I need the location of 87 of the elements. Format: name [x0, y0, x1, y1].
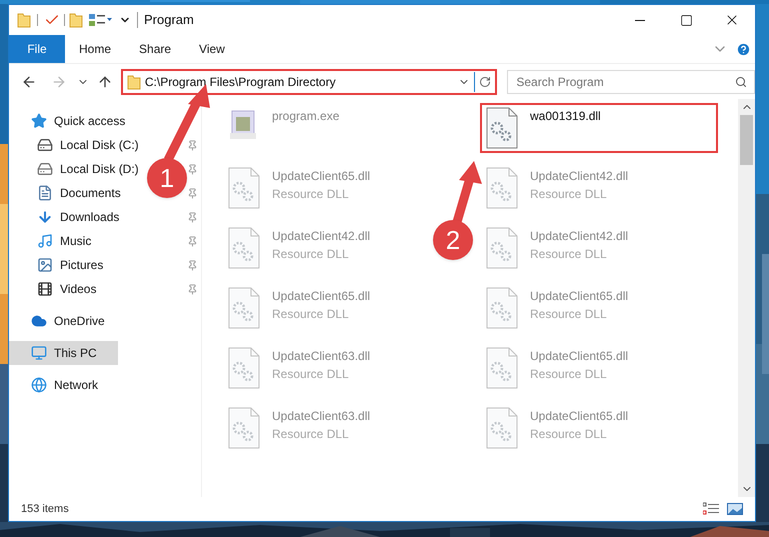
- window-title: Program: [144, 11, 194, 30]
- gear-file-icon: [486, 287, 518, 329]
- gear-file-icon: [228, 287, 260, 329]
- file-name: UpdateClient42.dll: [272, 228, 370, 245]
- pin-icon[interactable]: [187, 164, 198, 174]
- document-icon: [37, 185, 53, 201]
- file-name: program.exe: [272, 108, 340, 125]
- file-type: Resource DLL: [272, 246, 350, 263]
- file-name: UpdateClient65.dll: [272, 288, 370, 305]
- folder-icon: [126, 74, 141, 90]
- refresh-icon[interactable]: [479, 76, 492, 88]
- callout-arrow: [452, 161, 482, 224]
- pin-icon[interactable]: [187, 236, 198, 246]
- file-type: Resource DLL: [272, 366, 350, 383]
- sidebar-item[interactable]: Quick access: [9, 109, 130, 133]
- gear-file-icon: [486, 107, 518, 149]
- pin-icon[interactable]: [187, 188, 198, 198]
- gear-file-icon: [228, 227, 260, 269]
- file-type: Resource DLL: [272, 186, 350, 203]
- sidebar-item[interactable]: Pictures: [9, 253, 108, 277]
- pin-icon[interactable]: [187, 284, 198, 294]
- search-icon[interactable]: [734, 76, 747, 88]
- gear-file-icon: [486, 167, 518, 209]
- details-view-icon[interactable]: [703, 502, 719, 516]
- gear-file-icon: [486, 227, 518, 269]
- sidebar-item[interactable]: OneDrive: [9, 309, 109, 333]
- monitor-icon: [31, 345, 47, 361]
- file-name: wa001319.dll: [530, 108, 601, 125]
- address-bar[interactable]: C:\Program Files\Program Directory: [120, 68, 498, 94]
- music-note-icon: [37, 233, 53, 249]
- file-type: Resource DLL: [530, 246, 608, 263]
- new-folder-icon: [69, 12, 83, 28]
- picture-icon: [37, 257, 53, 273]
- file-type: Resource DLL: [530, 306, 608, 323]
- large-icons-view-icon[interactable]: [727, 502, 743, 516]
- sidebar-item[interactable]: Local Disk (C:): [9, 133, 143, 157]
- drive-icon: [37, 137, 53, 153]
- file-name: UpdateClient63.dll: [272, 348, 370, 365]
- gear-file-icon: [486, 407, 518, 449]
- gear-file-icon: [486, 347, 518, 389]
- scrollbar[interactable]: [738, 99, 755, 497]
- file-name: UpdateClient42.dll: [530, 228, 628, 245]
- sidebar-item[interactable]: Local Disk (D:): [9, 157, 143, 181]
- address-path: C:\Program Files\Program Directory: [144, 74, 337, 90]
- file-name: UpdateClient65.dll: [530, 348, 628, 365]
- file-name: UpdateClient63.dll: [272, 408, 370, 425]
- film-icon: [37, 281, 53, 297]
- download-icon: [37, 209, 53, 225]
- sidebar-item[interactable]: Music: [9, 229, 96, 253]
- file-type: Resource DLL: [530, 186, 608, 203]
- file-name: UpdateClient65.dll: [272, 168, 370, 185]
- file-name: UpdateClient42.dll: [530, 168, 628, 185]
- file-type: Resource DLL: [530, 426, 608, 443]
- up-icon[interactable]: [96, 74, 113, 90]
- sidebar-item[interactable]: Documents: [9, 181, 125, 205]
- file-name: UpdateClient65.dll: [530, 408, 628, 425]
- file-type: Resource DLL: [530, 366, 608, 383]
- maximize-icon: [680, 14, 692, 26]
- customize-toolbar-icon[interactable]: [89, 13, 113, 27]
- scroll-thumb[interactable]: [740, 115, 753, 165]
- file-type: Resource DLL: [272, 426, 350, 443]
- folder-icon: [17, 12, 31, 28]
- ribbon-tab[interactable]: Share: [125, 35, 186, 63]
- sidebar-item[interactable]: This PC: [9, 341, 118, 365]
- file-name: UpdateClient65.dll: [530, 288, 628, 305]
- ribbon-tab[interactable]: Home: [65, 35, 126, 63]
- help-icon[interactable]: [736, 42, 751, 56]
- sidebar-item[interactable]: Videos: [9, 277, 100, 301]
- item-count: 153 items: [21, 502, 69, 517]
- sidebar-item[interactable]: Downloads: [9, 205, 124, 229]
- gear-file-icon: [228, 407, 260, 449]
- pin-icon[interactable]: [187, 260, 198, 270]
- sidebar-item[interactable]: Network: [9, 373, 102, 397]
- file-tab[interactable]: File: [9, 35, 65, 63]
- ribbon-tab[interactable]: View: [185, 35, 239, 63]
- search-field[interactable]: Search Program: [507, 70, 755, 94]
- pin-icon[interactable]: [187, 212, 198, 222]
- drive-icon: [37, 161, 53, 177]
- file-type: Resource DLL: [272, 306, 350, 323]
- star-icon: [31, 113, 47, 129]
- gear-file-icon: [228, 167, 260, 209]
- gear-file-icon: [228, 347, 260, 389]
- back-icon[interactable]: [21, 74, 37, 90]
- globe-icon: [31, 377, 47, 393]
- file-item[interactable]: wa001319.dll: [480, 103, 718, 153]
- pin-icon[interactable]: [187, 140, 198, 150]
- cloud-icon: [31, 313, 47, 329]
